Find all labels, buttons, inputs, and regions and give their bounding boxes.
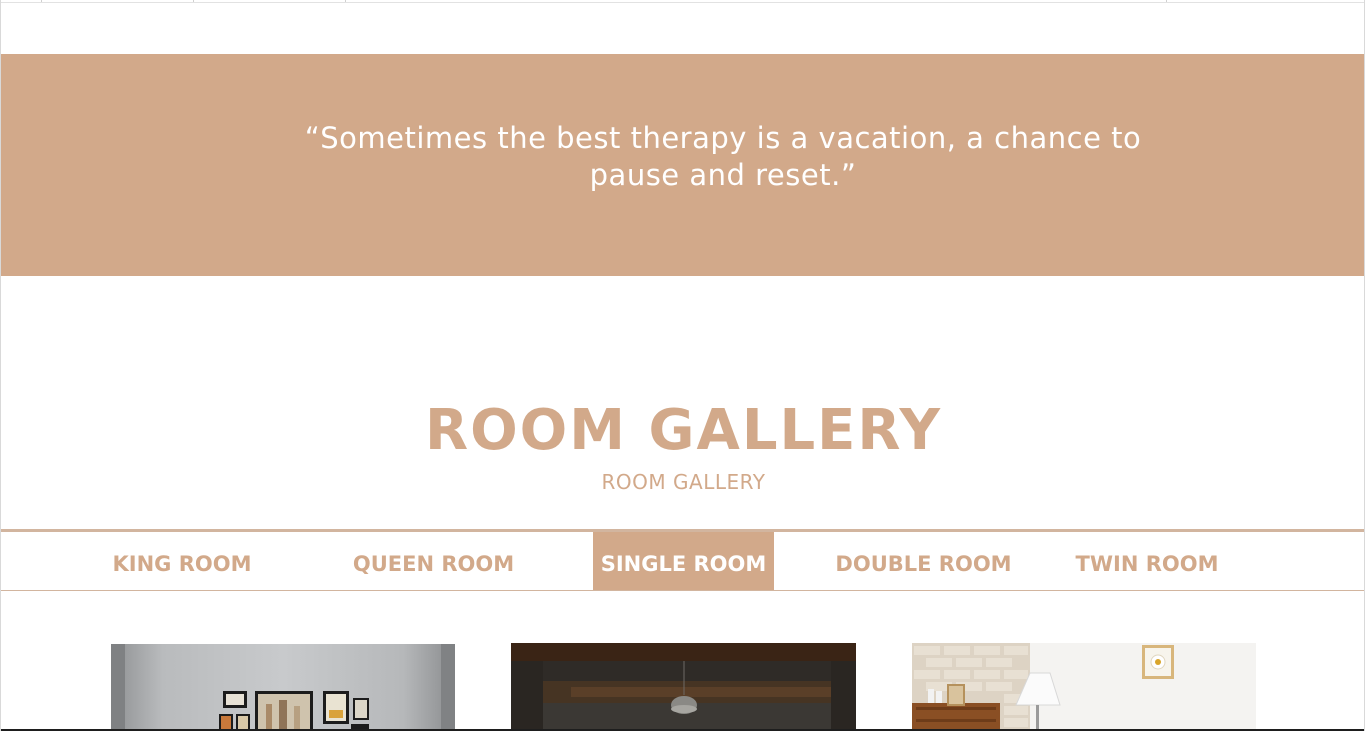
tab-twin-room[interactable]: TWIN ROOM — [1066, 532, 1228, 590]
quote-text: “Sometimes the best therapy is a vacatio… — [304, 121, 1142, 192]
tab-queen-room[interactable]: QUEEN ROOM — [336, 532, 531, 590]
room-gallery-grid — [1, 643, 1364, 731]
tab-king-room[interactable]: KING ROOM — [91, 532, 273, 590]
floor-lamp-image — [912, 643, 1256, 731]
gallery-subtitle: ROOM GALLERY — [601, 470, 766, 494]
room-photo-pendant-lamp[interactable] — [511, 643, 856, 731]
page: “Sometimes the best therapy is a vacatio… — [0, 0, 1365, 731]
pendant-lamp-image — [511, 643, 856, 731]
room-photo-gallery-wall[interactable] — [111, 644, 455, 731]
tab-single-room[interactable]: SINGLE ROOM — [593, 532, 774, 590]
top-strip — [1, 0, 1364, 3]
gallery-title: ROOM GALLERY — [424, 398, 943, 463]
tab-double-room[interactable]: DOUBLE ROOM — [826, 532, 1021, 590]
room-photo-floor-lamp[interactable] — [912, 643, 1256, 731]
gallery-wall-image — [111, 644, 455, 731]
room-type-tabs: KING ROOM QUEEN ROOM SINGLE ROOM DOUBLE … — [1, 529, 1364, 591]
